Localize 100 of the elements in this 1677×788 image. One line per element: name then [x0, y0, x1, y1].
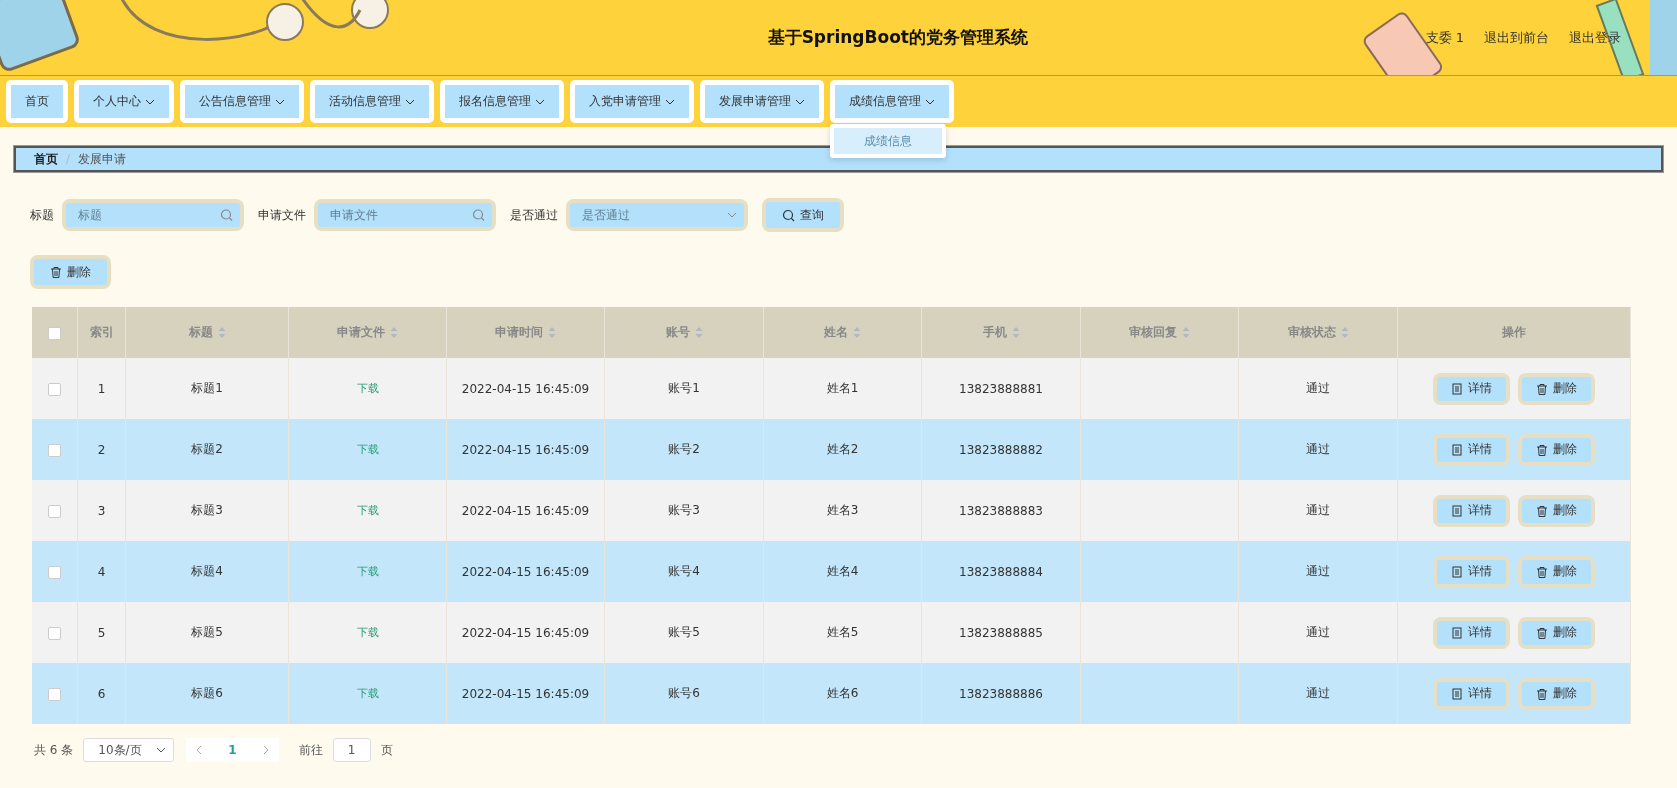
select-field[interactable]: 是否通过 — [570, 203, 744, 227]
delete-button[interactable]: 删除 — [1522, 681, 1591, 706]
table-cell: 2022-04-15 16:45:09 — [461, 381, 590, 396]
field-label: 标题 — [30, 206, 54, 224]
nav-tab[interactable]: 发展申请管理 — [700, 80, 824, 123]
caret-icon — [156, 747, 167, 753]
details-button[interactable]: 详情 — [1437, 681, 1506, 706]
table-cell: 姓名4 — [826, 564, 859, 578]
table-cell: 账号6 — [668, 686, 700, 700]
caret-icon — [727, 212, 737, 218]
table-cell: 13823888885 — [959, 625, 1043, 640]
table-cell: 姓名1 — [826, 381, 859, 395]
search-button[interactable]: 查询 — [766, 202, 840, 228]
column-header: 申请时间 — [495, 324, 543, 341]
table-cell: 标题1 — [191, 381, 223, 395]
table-cell: 姓名5 — [826, 625, 859, 639]
details-button[interactable]: 详情 — [1437, 559, 1506, 584]
table-cell: 姓名2 — [826, 442, 859, 456]
delete-button[interactable]: 删除 — [1522, 620, 1591, 645]
document-icon — [1451, 626, 1463, 639]
table-cell: 2022-04-15 16:45:09 — [461, 625, 590, 640]
nav-tab[interactable]: 活动信息管理 — [310, 80, 434, 123]
details-button[interactable]: 详情 — [1437, 620, 1506, 645]
table-cell: 6 — [97, 686, 106, 701]
checkbox[interactable] — [48, 626, 61, 640]
table-cell: 2022-04-15 16:45:09 — [461, 686, 590, 701]
search-field[interactable]: 标题 — [66, 203, 240, 227]
table-cell: 2022-04-15 16:45:09 — [461, 442, 590, 457]
sort-icon[interactable] — [390, 327, 398, 338]
table-cell: 通过 — [1306, 686, 1330, 700]
sort-icon[interactable] — [1340, 327, 1349, 338]
sort-icon[interactable] — [548, 327, 556, 338]
header-link[interactable]: 支委 1 — [1425, 28, 1464, 47]
table-cell: 通过 — [1306, 625, 1330, 639]
details-button[interactable]: 详情 — [1437, 498, 1506, 523]
header-link[interactable]: 退出登录 — [1569, 28, 1621, 47]
checkbox[interactable] — [48, 382, 61, 396]
column-header: 账号 — [665, 324, 690, 341]
delete-button[interactable]: 删除 — [34, 259, 107, 285]
page-input[interactable]: 1 — [332, 738, 371, 762]
sort-icon[interactable] — [853, 327, 861, 338]
nav-tab[interactable]: 首页 — [6, 80, 68, 123]
page-suffix: 页 — [380, 741, 393, 759]
table-cell: 姓名3 — [826, 503, 859, 517]
checkbox[interactable] — [48, 504, 61, 518]
table-cell: 13823888882 — [959, 442, 1043, 457]
checkbox[interactable] — [48, 326, 61, 340]
sort-icon[interactable] — [1011, 327, 1020, 338]
field-label: 申请文件 — [258, 206, 306, 224]
delete-button[interactable]: 删除 — [1522, 437, 1591, 462]
column-header: 标题 — [188, 324, 213, 341]
next-page-icon[interactable] — [262, 745, 269, 755]
header-link[interactable]: 退出到前台 — [1484, 28, 1549, 47]
page-size-select[interactable]: 10条/页 — [83, 738, 175, 762]
breadcrumb-item[interactable]: 首页 — [34, 150, 58, 168]
table-cell: 13823888881 — [959, 381, 1043, 396]
details-button[interactable]: 详情 — [1437, 437, 1506, 462]
nav-tab[interactable]: 成绩信息管理 — [830, 80, 954, 123]
table-cell: 账号5 — [668, 625, 700, 639]
checkbox[interactable] — [48, 443, 61, 457]
table-cell: 标题6 — [191, 686, 223, 700]
sort-icon[interactable] — [694, 327, 703, 338]
table-cell: 13823888883 — [959, 503, 1043, 518]
column-header: 手机 — [982, 324, 1007, 341]
search-field[interactable]: 申请文件 — [318, 203, 492, 227]
column-header: 审核状态 — [1287, 324, 1336, 341]
column-header: 审核回复 — [1129, 324, 1177, 341]
document-icon — [1451, 443, 1463, 456]
breadcrumb-separator: / — [66, 152, 71, 166]
table-cell: 账号1 — [668, 381, 700, 395]
breadcrumb-item: 发展申请 — [78, 150, 127, 168]
previous-page-icon[interactable] — [196, 745, 203, 755]
table-cell: 账号3 — [668, 503, 700, 517]
table-cell: 通过 — [1306, 503, 1330, 517]
table-cell: 4 — [97, 564, 106, 579]
nav-tab[interactable]: 公告信息管理 — [180, 80, 304, 123]
sort-icon[interactable] — [1182, 327, 1190, 338]
document-icon — [1451, 687, 1463, 700]
trash-icon — [1536, 626, 1548, 639]
checkbox[interactable] — [48, 565, 61, 579]
checkbox[interactable] — [48, 687, 61, 701]
nav-tab[interactable]: 报名信息管理 — [440, 80, 564, 123]
details-button[interactable]: 详情 — [1437, 376, 1506, 401]
sort-icon[interactable] — [217, 327, 226, 338]
column-header: 操作 — [1502, 324, 1526, 341]
nav-tab[interactable]: 入党申请管理 — [570, 80, 694, 123]
delete-button[interactable]: 删除 — [1522, 498, 1591, 523]
table-cell: 13823888886 — [959, 686, 1043, 701]
table-cell: 13823888884 — [959, 564, 1043, 579]
search-icon — [220, 208, 233, 222]
trash-icon — [1536, 504, 1548, 517]
document-icon — [1451, 565, 1463, 578]
table-cell: 3 — [97, 503, 106, 518]
nav-tab[interactable]: 个人中心 — [74, 80, 174, 123]
search-icon — [782, 208, 795, 222]
delete-button[interactable]: 删除 — [1522, 376, 1591, 401]
table-cell: 1 — [97, 381, 106, 396]
column-header: 姓名 — [824, 324, 848, 341]
delete-button[interactable]: 删除 — [1522, 559, 1591, 584]
table-cell: 账号4 — [668, 564, 700, 578]
